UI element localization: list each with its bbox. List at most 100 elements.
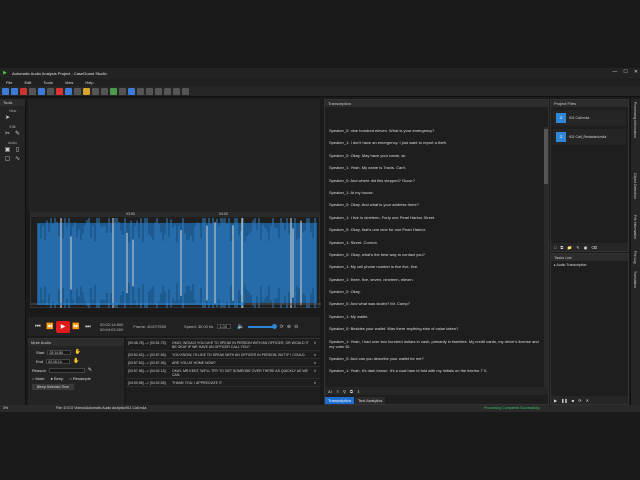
folder-icon[interactable]: 📁 [567, 245, 572, 250]
rate-input[interactable]: 1.00 [217, 324, 232, 329]
crop-icon[interactable] [119, 87, 126, 95]
fast-forward-icon[interactable]: ⏩ [70, 322, 82, 332]
camera-icon[interactable] [29, 87, 36, 95]
delete-icon[interactable]: ✕ [312, 369, 318, 377]
bookmark-icon[interactable] [164, 87, 171, 95]
edit-icon[interactable]: ✎ [576, 245, 579, 250]
audio-fade-icon[interactable]: ∿ [14, 156, 21, 163]
transcript-line[interactable]: Speaker_0: Okay, what's the best way to … [329, 252, 539, 257]
list-item[interactable]: [03:57.98] --> [04:02.13]: OKAY, MR KENT… [126, 367, 320, 379]
add-file-icon[interactable]: □ [554, 245, 556, 250]
transcript-line[interactable]: Speaker_0: Okay. And what is your addres… [329, 202, 539, 207]
audio-mute-icon[interactable]: ▢ [4, 156, 11, 163]
transcript-line[interactable]: Speaker_1: Yeah, I had over two hundred … [329, 339, 539, 349]
file-item[interactable]: ♫ 911 Call_Redacted.m4a [553, 129, 626, 145]
transcript-line[interactable]: Speaker_0: Okay. [329, 289, 539, 294]
transcript-line[interactable]: Speaker_1: Yeah, it's dark brown. It's a… [329, 368, 539, 373]
transcript-scrollbar[interactable] [544, 127, 548, 387]
tab-transcription[interactable]: Transcription [325, 397, 354, 404]
list-item[interactable]: [03:52.63] --> [03:57.53]: YOU KNOW, I'D… [126, 351, 320, 359]
transcript-line[interactable]: Speaker_1: I don't have an emergency. I … [329, 140, 539, 145]
transcript-line[interactable]: Speaker_0: nine hundred eleven. What is … [329, 128, 539, 133]
help-icon[interactable] [182, 87, 189, 95]
end-time-field[interactable]: 02:15.14 [46, 358, 71, 364]
mute-option[interactable]: ○ Mute [32, 376, 44, 381]
skip-start-icon[interactable]: ⏮ [32, 322, 44, 332]
transcript-line[interactable]: Speaker_0: Okay. May have your name, sir… [329, 153, 539, 158]
flag-icon[interactable] [173, 87, 180, 95]
analytics-icon[interactable] [110, 87, 117, 95]
align-icon[interactable]: ≡ [337, 389, 339, 394]
delete-icon[interactable]: ✕ [586, 398, 589, 403]
audio-select-icon[interactable]: ▣ [4, 147, 11, 154]
pointer-icon[interactable]: ➤ [4, 115, 11, 122]
export-icon[interactable]: ⇩ [357, 389, 360, 394]
scrollbar-thumb[interactable] [544, 129, 548, 184]
minimize-icon[interactable]: — [612, 69, 617, 75]
resample-option[interactable]: ○ Resample [69, 376, 91, 381]
menu-file[interactable]: File [6, 80, 12, 85]
transcript-line[interactable]: Speaker_1: My cell phone number is five … [329, 264, 539, 269]
rewind-icon[interactable]: ⏪ [44, 322, 56, 332]
audio-waveform[interactable] [30, 212, 321, 308]
copy-icon[interactable]: ⧉ [350, 389, 353, 394]
export-icon[interactable] [65, 87, 72, 95]
tab-text-analytics[interactable]: Text Analytics [354, 397, 386, 404]
hand-icon[interactable]: ✋ [73, 358, 79, 364]
pause-icon[interactable]: ❚❚ [561, 398, 568, 403]
delete-icon[interactable]: ✕ [312, 341, 318, 349]
grid-icon[interactable] [146, 87, 153, 95]
transcript-line[interactable]: Speaker_1: three. five, seven, nineteen,… [329, 277, 539, 282]
transcript-line[interactable]: Speaker_1: Street. Correct. [329, 240, 539, 245]
image-icon[interactable] [47, 87, 54, 95]
upload-icon[interactable] [128, 87, 135, 95]
refresh-icon[interactable] [92, 87, 99, 95]
list-item[interactable]: [04:00.98] --> [04:02.53]: THANK YOU. I … [126, 379, 320, 387]
volume-slider[interactable] [247, 323, 277, 329]
tab-file-information[interactable]: File Information [633, 215, 637, 239]
transcript-line[interactable]: Speaker_0: Besides your wallet. Was ther… [329, 326, 539, 331]
edit-icon[interactable]: ✎ [88, 367, 92, 373]
font-icon[interactable]: A↕ [328, 389, 333, 394]
folder-icon[interactable] [11, 87, 18, 95]
video-icon[interactable] [38, 87, 45, 95]
maximize-icon[interactable]: ☐ [623, 69, 627, 75]
beep-option[interactable]: ● Beep [50, 376, 63, 381]
tab-object-detection[interactable]: Object Detection [633, 173, 637, 199]
settings-icon[interactable] [83, 87, 90, 95]
stop-icon[interactable]: ■ [572, 398, 574, 403]
transcript-line[interactable]: Speaker_1: My wallet. [329, 314, 539, 319]
task-item[interactable]: ▸ Audio Transcription [551, 261, 628, 269]
menu-view[interactable]: View [65, 80, 74, 85]
transcript-line[interactable]: Speaker_0: And can you describe your wal… [329, 356, 539, 361]
hand-icon[interactable]: ✋ [74, 349, 80, 355]
menu-help[interactable]: Help [85, 80, 93, 85]
menu-tools[interactable]: Tools [43, 80, 52, 85]
tab-file-log[interactable]: File Log [633, 251, 637, 263]
tab-translation[interactable]: Translation [633, 271, 637, 288]
loop-icon[interactable]: ⟳ [280, 324, 284, 330]
delete-icon[interactable]: ✕ [312, 353, 318, 357]
skip-end-icon[interactable]: ⏭ [82, 322, 94, 332]
menu-edit[interactable]: Edit [24, 80, 31, 85]
search-icon[interactable]: ⚲ [343, 389, 346, 394]
open-folder-icon[interactable] [2, 87, 9, 95]
text-icon[interactable] [155, 87, 162, 95]
download-icon[interactable] [137, 87, 144, 95]
transcript-line[interactable]: Speaker_1: At my house. [329, 190, 539, 195]
bleep-selected-time-button[interactable]: Bleep Selected Time [32, 384, 74, 390]
refresh-icon[interactable]: ⟳ [578, 398, 581, 403]
play-button[interactable]: ▶ [56, 320, 70, 333]
layers-icon[interactable] [101, 87, 108, 95]
play-icon[interactable]: ▶ [554, 398, 557, 403]
transcript-line[interactable]: Speaker_1: I live in nineteen. Forty one… [329, 215, 539, 220]
volume-icon[interactable]: 🔈 [237, 323, 244, 330]
audio-cut-icon[interactable]: ▯ [14, 147, 21, 154]
zoom-out-icon[interactable]: ⊖ [294, 324, 298, 330]
tab-processing-information[interactable]: Processing Information [633, 102, 637, 138]
record-icon[interactable] [20, 87, 27, 95]
close-icon[interactable]: ✕ [634, 69, 638, 75]
stop-icon[interactable] [56, 87, 63, 95]
scissors-icon[interactable]: ✂ [4, 131, 11, 138]
save-icon[interactable]: ▣ [584, 245, 588, 250]
